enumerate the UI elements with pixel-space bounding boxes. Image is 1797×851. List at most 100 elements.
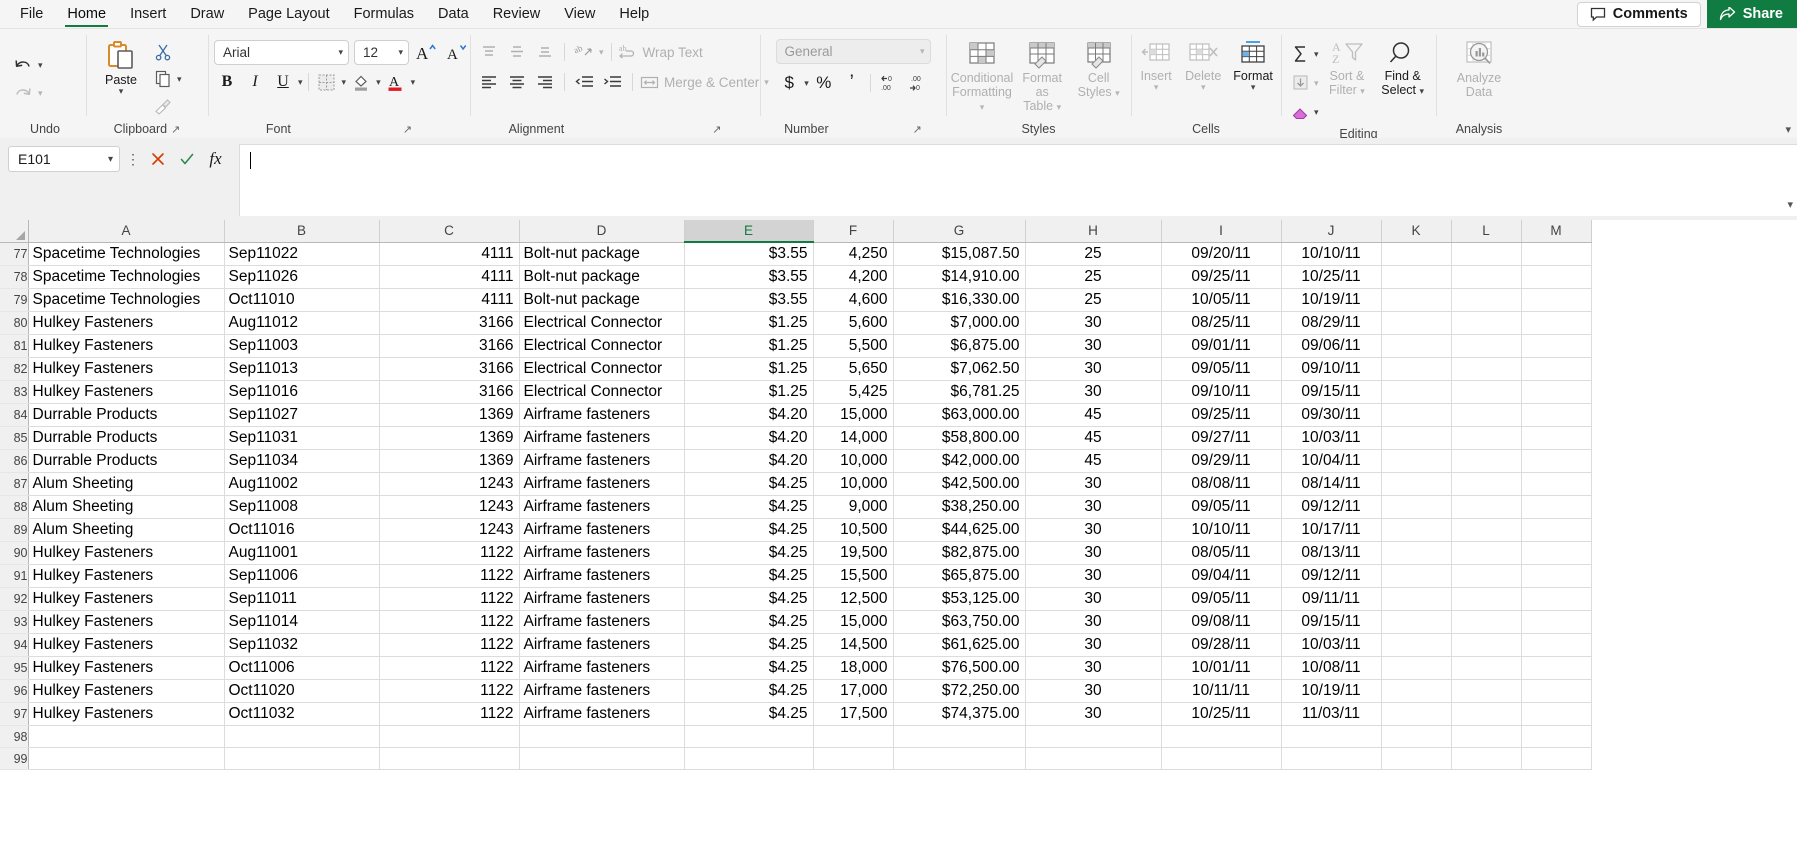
cell-F98[interactable] (813, 725, 894, 748)
cell-J88[interactable]: 09/12/11 (1281, 495, 1382, 519)
cancel-edit-button[interactable] (144, 146, 171, 172)
cell-M91[interactable] (1521, 564, 1592, 588)
format-as-table-button[interactable]: Format as Table ▾ (1014, 37, 1070, 115)
table-row[interactable]: 83 Hulkey Fasteners Sep11016 3166 Electrical… (0, 380, 1592, 404)
cell-G82[interactable]: $7,062.50 (893, 357, 1026, 381)
cell-L81[interactable] (1451, 334, 1522, 358)
cell-J81[interactable]: 09/06/11 (1281, 334, 1382, 358)
cell-E77[interactable]: $3.55 (684, 242, 814, 266)
cell-J98[interactable] (1281, 725, 1382, 748)
cell-E87[interactable]: $4.25 (684, 472, 814, 496)
row-header-97[interactable]: 97 (0, 702, 29, 726)
cell-K84[interactable] (1381, 403, 1452, 427)
cell-I97[interactable]: 10/25/11 (1161, 702, 1282, 726)
cell-styles-button[interactable]: Cell Styles ▾ (1072, 37, 1125, 101)
table-row[interactable]: 95 Hulkey Fasteners Oct11006 1122 Airframe f… (0, 656, 1592, 680)
cell-C85[interactable]: 1369 (379, 426, 520, 450)
fill-color-dropdown-caret[interactable]: ▾ (376, 77, 381, 87)
cell-E90[interactable]: $4.25 (684, 541, 814, 565)
undo-dropdown-caret[interactable]: ▾ (38, 61, 43, 70)
align-right-button[interactable] (532, 69, 558, 95)
cell-F90[interactable]: 19,500 (813, 541, 894, 565)
cell-G77[interactable]: $15,087.50 (893, 242, 1026, 266)
cell-M83[interactable] (1521, 380, 1592, 404)
cell-J85[interactable]: 10/03/11 (1281, 426, 1382, 450)
cell-M88[interactable] (1521, 495, 1592, 519)
cell-L90[interactable] (1451, 541, 1522, 565)
cell-C98[interactable] (379, 725, 520, 748)
cell-C99[interactable] (379, 747, 520, 770)
merge-center-button[interactable]: Merge & Center ▾ (640, 74, 769, 91)
cell-C90[interactable]: 1122 (379, 541, 520, 565)
cell-C88[interactable]: 1243 (379, 495, 520, 519)
percent-format-button[interactable]: % (811, 70, 837, 96)
cell-K78[interactable] (1381, 265, 1452, 289)
cell-M87[interactable] (1521, 472, 1592, 496)
cell-E97[interactable]: $4.25 (684, 702, 814, 726)
cell-I81[interactable]: 09/01/11 (1161, 334, 1282, 358)
cell-H98[interactable] (1025, 725, 1162, 748)
cell-G79[interactable]: $16,330.00 (893, 288, 1026, 312)
cell-H87[interactable]: 30 (1025, 472, 1162, 496)
cell-F80[interactable]: 5,600 (813, 311, 894, 335)
row-header-89[interactable]: 89 (0, 518, 29, 542)
ribbon-tab-data[interactable]: Data (426, 0, 481, 28)
ribbon-tab-insert[interactable]: Insert (118, 0, 178, 28)
cell-G83[interactable]: $6,781.25 (893, 380, 1026, 404)
cell-H79[interactable]: 25 (1025, 288, 1162, 312)
row-header-80[interactable]: 80 (0, 311, 29, 335)
cell-G94[interactable]: $61,625.00 (893, 633, 1026, 657)
ribbon-tab-page-layout[interactable]: Page Layout (236, 0, 341, 28)
row-header-94[interactable]: 94 (0, 633, 29, 657)
cell-F88[interactable]: 9,000 (813, 495, 894, 519)
cell-A87[interactable]: Alum Sheeting (28, 472, 225, 496)
cell-L94[interactable] (1451, 633, 1522, 657)
insert-function-button[interactable]: fx (202, 146, 229, 172)
cell-G89[interactable]: $44,625.00 (893, 518, 1026, 542)
number-format-select[interactable]: General ▾ (775, 39, 931, 64)
cell-B78[interactable]: Sep11026 (224, 265, 380, 289)
column-header-C[interactable]: C (379, 220, 520, 243)
cell-E94[interactable]: $4.25 (684, 633, 814, 657)
cell-C78[interactable]: 4111 (379, 265, 520, 289)
cell-H81[interactable]: 30 (1025, 334, 1162, 358)
format-as-table-caret[interactable]: ▾ (1057, 102, 1062, 112)
cell-E82[interactable]: $1.25 (684, 357, 814, 381)
cell-F78[interactable]: 4,200 (813, 265, 894, 289)
cell-D95[interactable]: Airframe fasteners (519, 656, 685, 680)
clipboard-dialog-launcher[interactable]: ↗ (171, 121, 180, 139)
wrap-text-button[interactable]: ab Wrap Text (619, 44, 703, 61)
cell-M94[interactable] (1521, 633, 1592, 657)
cell-B98[interactable] (224, 725, 380, 748)
cell-H82[interactable]: 30 (1025, 357, 1162, 381)
cell-K98[interactable] (1381, 725, 1452, 748)
cell-I95[interactable]: 10/01/11 (1161, 656, 1282, 680)
cell-J97[interactable]: 11/03/11 (1281, 702, 1382, 726)
table-row[interactable]: 87 Alum Sheeting Aug11002 1243 Airframe fast… (0, 472, 1592, 496)
cell-E93[interactable]: $4.25 (684, 610, 814, 634)
table-row[interactable]: 96 Hulkey Fasteners Oct11020 1122 Airframe f… (0, 679, 1592, 703)
cell-A99[interactable] (28, 747, 225, 770)
ribbon-tab-file[interactable]: File (8, 0, 55, 28)
format-cells-caret[interactable]: ▾ (1251, 83, 1256, 92)
cell-H91[interactable]: 30 (1025, 564, 1162, 588)
cell-M99[interactable] (1521, 747, 1592, 770)
cell-F97[interactable]: 17,500 (813, 702, 894, 726)
cell-D91[interactable]: Airframe fasteners (519, 564, 685, 588)
cell-F77[interactable]: 4,250 (813, 242, 894, 266)
underline-button[interactable]: U (270, 69, 296, 95)
cell-J79[interactable]: 10/19/11 (1281, 288, 1382, 312)
cell-L88[interactable] (1451, 495, 1522, 519)
cell-H77[interactable]: 25 (1025, 242, 1162, 266)
clear-button[interactable] (1287, 99, 1313, 125)
row-header-95[interactable]: 95 (0, 656, 29, 680)
cell-K85[interactable] (1381, 426, 1452, 450)
cell-J94[interactable]: 10/03/11 (1281, 633, 1382, 657)
cell-G97[interactable]: $74,375.00 (893, 702, 1026, 726)
cell-F85[interactable]: 14,000 (813, 426, 894, 450)
cell-A84[interactable]: Durrable Products (28, 403, 225, 427)
cell-A81[interactable]: Hulkey Fasteners (28, 334, 225, 358)
cell-M79[interactable] (1521, 288, 1592, 312)
ribbon-tab-home[interactable]: Home (55, 0, 118, 28)
cell-E88[interactable]: $4.25 (684, 495, 814, 519)
